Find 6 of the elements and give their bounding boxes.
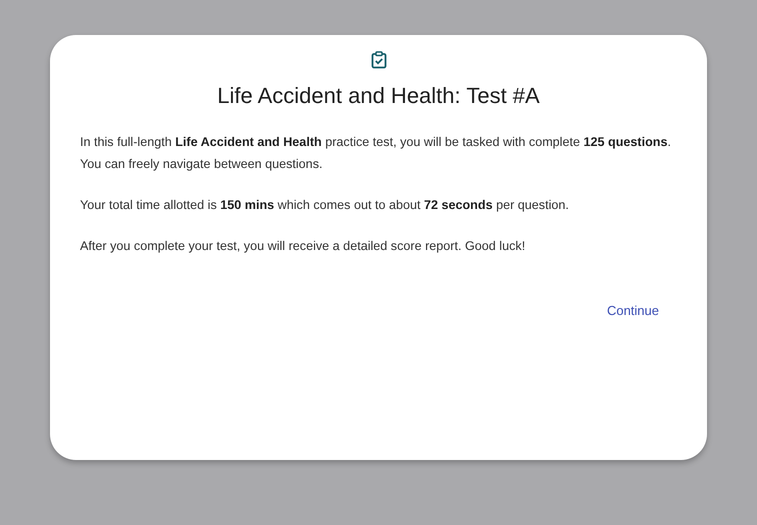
continue-button[interactable]: Continue <box>600 299 665 322</box>
paragraph: After you complete your test, you will receive a detailed score report. Good luck! <box>80 238 526 255</box>
paragraph: Your total time allotted is 150 mins which comes out to about 72 seconds per question. <box>80 197 570 214</box>
paragraph: In this full-length Life Accident and Health practice test, you will be tasked with complete 125 questions. You can freely navigate between questions. <box>80 134 672 173</box>
clipboard-check-icon <box>370 51 386 69</box>
dialog-title: Life Accident and Health: Test #A <box>216 83 541 109</box>
